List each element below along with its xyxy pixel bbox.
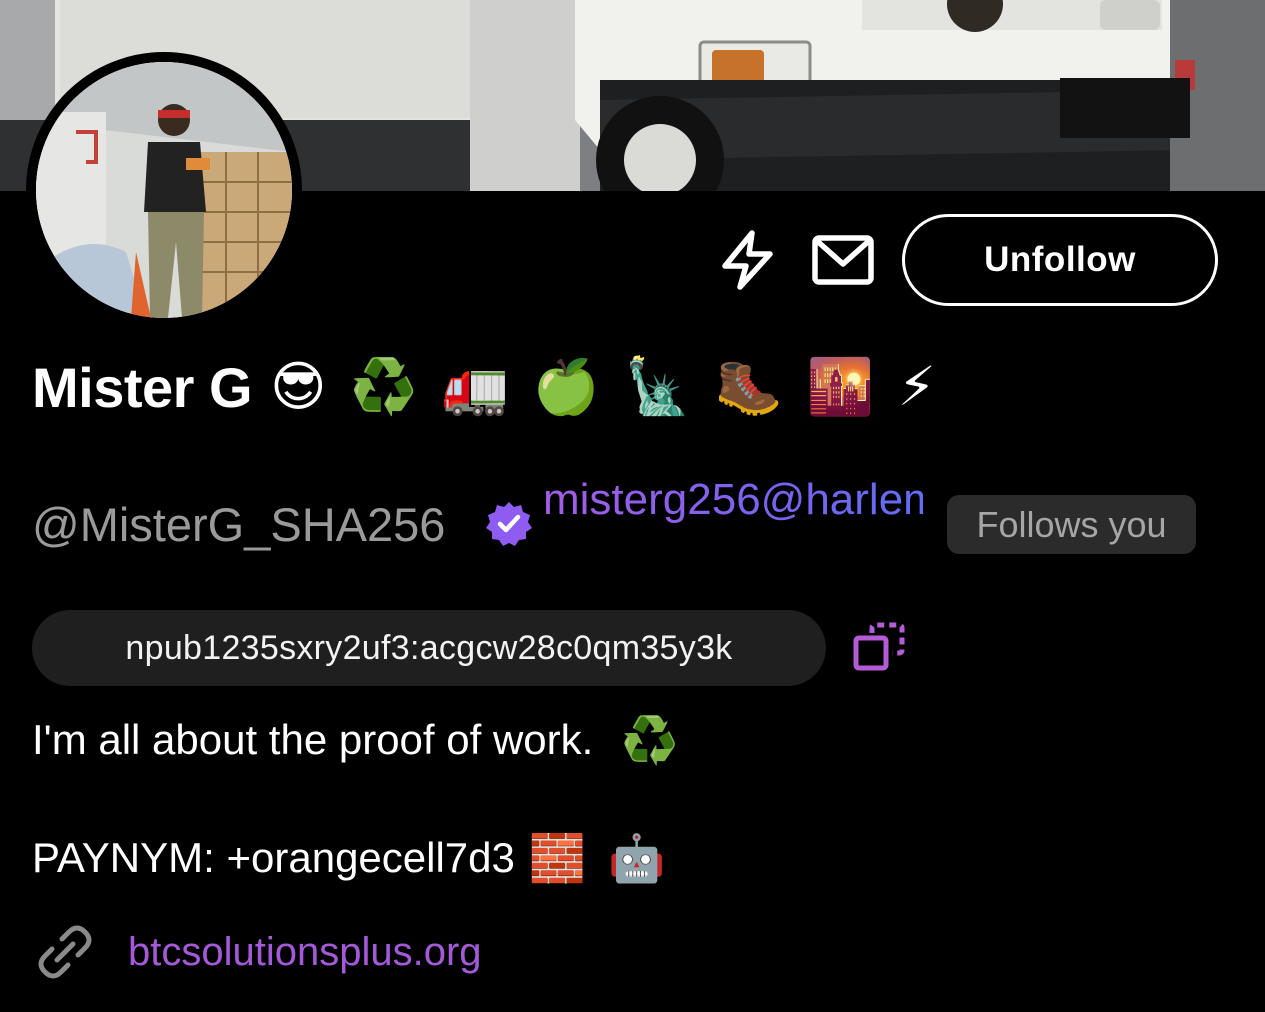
display-name: Mister G: [32, 355, 253, 419]
user-handle: @MisterG_SHA256: [32, 498, 446, 551]
paynym-text: PAYNYM: +orangecell7d3: [32, 834, 515, 881]
about-text: I'm all about the proof of work.: [32, 716, 594, 763]
website-row: btcsolutionsplus.org: [36, 922, 482, 982]
verified-badge-icon: [486, 502, 532, 546]
name-emoji-truck: 🚛: [441, 355, 509, 418]
name-emoji-sunglasses: 😎: [270, 355, 327, 418]
about-text-line-1: I'm all about the proof of work. ♻️: [32, 710, 679, 770]
about-emoji-recycle: ♻️: [621, 712, 679, 767]
about-emoji-bricks: 🧱: [528, 830, 587, 885]
npub-key[interactable]: npub1235sxry2uf3:acgcw28c0qm35y3k: [32, 610, 826, 686]
about-emoji-robot: 🤖: [608, 830, 666, 885]
website-link[interactable]: btcsolutionsplus.org: [128, 930, 482, 975]
zap-button[interactable]: [715, 228, 779, 292]
follows-you-badge: Follows you: [947, 495, 1196, 554]
name-emoji-recycle: ♻️: [350, 355, 418, 418]
unfollow-button[interactable]: Unfollow: [902, 214, 1218, 306]
avatar-photo: [36, 62, 292, 318]
nip05-identifier-link[interactable]: misterg256@harlembitcoin.com: [543, 468, 1162, 532]
message-button[interactable]: [810, 232, 876, 288]
about-text-line-2: PAYNYM: +orangecell7d3 🧱 🤖: [32, 828, 665, 888]
name-emoji-statue-of-liberty: 🗽: [624, 355, 692, 418]
display-name-row: Mister G 😎 ♻️ 🚛 🍏 🗽 🥾 🌇 ⚡: [32, 352, 960, 422]
lightning-bolt-icon: [722, 230, 773, 290]
copy-icon: [853, 622, 905, 671]
envelope-icon: [812, 235, 874, 285]
name-emoji-apple: 🍏: [532, 355, 601, 418]
name-emoji-boot: 🥾: [715, 355, 783, 418]
profile-avatar[interactable]: [26, 52, 302, 328]
link-icon: [38, 925, 92, 979]
name-emoji-city-sunset: 🌇: [806, 355, 874, 418]
name-emoji-lightning: ⚡: [897, 355, 936, 418]
copy-npub-button[interactable]: [852, 620, 908, 676]
